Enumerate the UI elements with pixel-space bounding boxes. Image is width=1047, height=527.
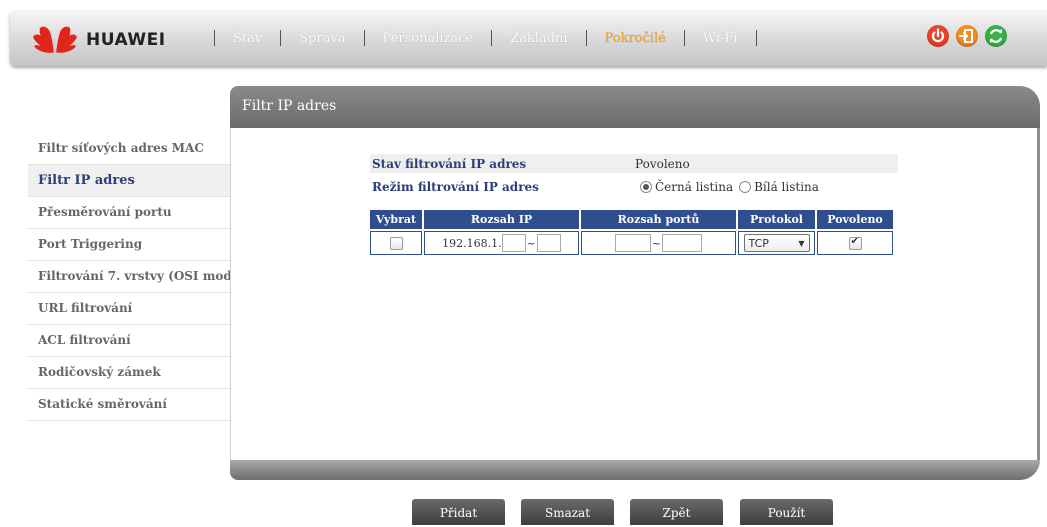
panel-footer (230, 460, 1040, 480)
sidebar-item-static-routing[interactable]: Statické směrování (28, 389, 230, 421)
mode-label: Režim filtrování IP adres (372, 180, 539, 194)
sidebar-item-parental-control[interactable]: Rodičovský zámek (28, 357, 230, 389)
range-separator: ~ (526, 236, 536, 250)
status-row: Stav filtrování IP adres Povoleno (370, 154, 898, 173)
nav-separator (585, 30, 587, 46)
huawei-logo: HUAWEI (32, 24, 192, 54)
logout-icon[interactable] (956, 25, 978, 47)
col-header-port-range: Rozsah portů (581, 210, 736, 229)
col-header-ip-range: Rozsah IP (424, 210, 579, 229)
nav-separator (214, 30, 215, 46)
sidebar-item-url-filter[interactable]: URL filtrování (28, 293, 230, 325)
refresh-icon[interactable] (985, 25, 1007, 47)
status-value: Povoleno (635, 157, 690, 171)
delete-button[interactable]: Smazat (521, 499, 614, 525)
sidebar-item-layer7-filter[interactable]: Filtrování 7. vrstvy (OSI modelu) (28, 261, 230, 293)
radio-blacklist[interactable] (640, 181, 652, 193)
panel-body (230, 128, 1040, 460)
nav-separator (755, 30, 757, 46)
power-icon[interactable] (927, 25, 949, 47)
port-end-input[interactable] (662, 234, 703, 252)
sidebar: Filtr síťových adres MAC Filtr IP adres … (28, 133, 230, 421)
ip-range-cell: 192.168.1. ~ (424, 231, 579, 255)
ip-start-input[interactable] (501, 234, 526, 252)
ip-filter-table: Vybrat Rozsah IP Rozsah portů Protokol P… (368, 208, 895, 257)
sidebar-item-mac-filter[interactable]: Filtr síťových adres MAC (28, 133, 230, 165)
back-button[interactable]: Zpět (630, 499, 723, 525)
header-actions (927, 25, 1007, 47)
mode-radio-group: Černá listina Bílá listina (640, 180, 819, 194)
nav-item-pokrocile[interactable]: Pokročilé (605, 31, 666, 46)
radio-whitelist-label[interactable]: Bílá listina (754, 180, 819, 194)
nav-item-sprava[interactable]: Správa (299, 31, 345, 46)
port-start-input[interactable] (614, 234, 651, 252)
table-row: 192.168.1. ~ ~ TCP ▼ (370, 231, 893, 255)
nav-separator (491, 30, 493, 46)
port-range-cell: ~ (581, 231, 736, 255)
col-header-select: Vybrat (370, 210, 422, 229)
status-label: Stav filtrování IP adres (372, 157, 527, 171)
nav-separator (280, 30, 282, 46)
nav-item-wifi[interactable]: Wi-Fi (703, 31, 738, 46)
row-enabled-checkbox[interactable] (848, 236, 862, 250)
brand-name: HUAWEI (86, 30, 166, 50)
nav-item-stav[interactable]: Stav (233, 31, 262, 46)
protocol-cell: TCP ▼ (738, 231, 815, 255)
protocol-select[interactable]: TCP ▼ (743, 234, 810, 252)
nav-item-personalizace[interactable]: Personalizace (383, 31, 474, 46)
ip-end-input[interactable] (536, 234, 561, 252)
row-select-checkbox[interactable] (389, 237, 403, 250)
apply-button[interactable]: Použít (740, 499, 833, 525)
page-title: Filtr IP adres (242, 98, 337, 114)
chevron-down-icon: ▼ (798, 238, 805, 248)
range-separator: ~ (651, 236, 662, 250)
nav-separator (363, 30, 365, 46)
sidebar-item-ip-filter[interactable]: Filtr IP adres (28, 165, 230, 197)
enabled-cell (817, 231, 893, 255)
nav-separator (683, 30, 685, 46)
add-button[interactable]: Přidat (412, 499, 505, 525)
panel-header: Filtr IP adres (230, 86, 1040, 128)
sidebar-item-port-forwarding[interactable]: Přesměrování portu (28, 197, 230, 229)
protocol-value: TCP (748, 236, 769, 250)
col-header-protocol: Protokol (738, 210, 815, 229)
select-cell (370, 231, 422, 255)
ip-prefix: 192.168.1. (442, 236, 502, 250)
huawei-petals-icon (33, 26, 77, 53)
nav-item-zakladni[interactable]: Základní (510, 31, 567, 46)
top-navigation-bar: HUAWEI Stav Správa Personalizace Základn… (10, 10, 1047, 66)
col-header-enabled: Povoleno (817, 210, 893, 229)
sidebar-item-acl-filter[interactable]: ACL filtrování (28, 325, 230, 357)
radio-whitelist[interactable] (739, 181, 752, 193)
radio-blacklist-label[interactable]: Černá listina (655, 180, 733, 194)
sidebar-item-port-triggering[interactable]: Port Triggering (28, 229, 230, 261)
main-nav: Stav Správa Personalizace Základní Pokro… (196, 10, 775, 66)
table-header-row: Vybrat Rozsah IP Rozsah portů Protokol P… (370, 210, 893, 229)
